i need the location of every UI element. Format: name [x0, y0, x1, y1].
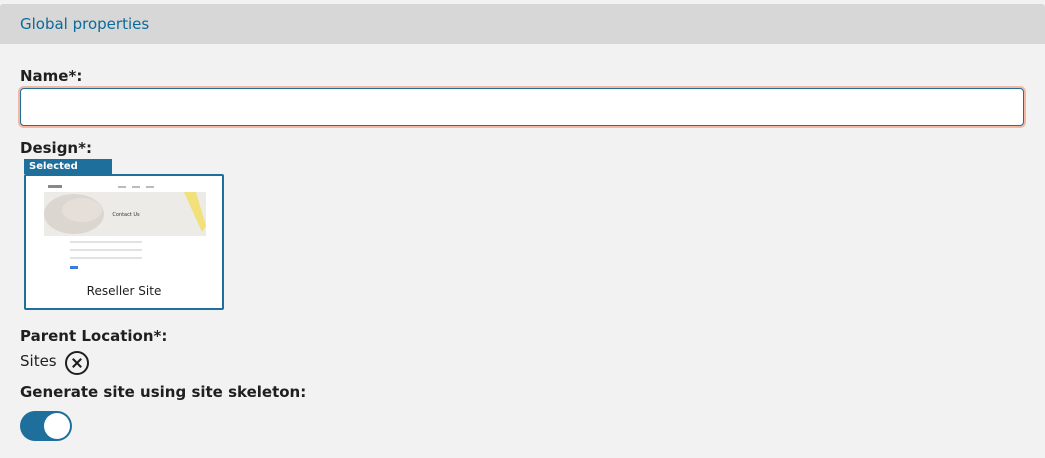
- thumbnail-heading: Contact Us: [112, 212, 140, 218]
- panel-title: Global properties: [20, 15, 150, 33]
- theme-thumbnail-image: Contact Us: [44, 182, 206, 274]
- toggle-knob: [44, 413, 70, 439]
- parent-location-value: Sites: [20, 352, 57, 370]
- name-label: Name*:: [20, 67, 83, 85]
- design-label: Design*:: [20, 139, 92, 157]
- skeleton-label: Generate site using site skeleton:: [20, 383, 307, 401]
- parent-location-label: Parent Location*:: [20, 327, 168, 345]
- name-input[interactable]: [20, 88, 1024, 126]
- theme-name: Reseller Site: [86, 284, 162, 298]
- selected-theme-badge: Selected theme: [24, 159, 112, 187]
- remove-parent-location-icon[interactable]: [65, 351, 89, 375]
- panel-header: Global properties: [0, 4, 1045, 44]
- skeleton-toggle[interactable]: [20, 411, 72, 441]
- theme-card-reseller-site[interactable]: Contact Us Reseller Site: [24, 174, 224, 310]
